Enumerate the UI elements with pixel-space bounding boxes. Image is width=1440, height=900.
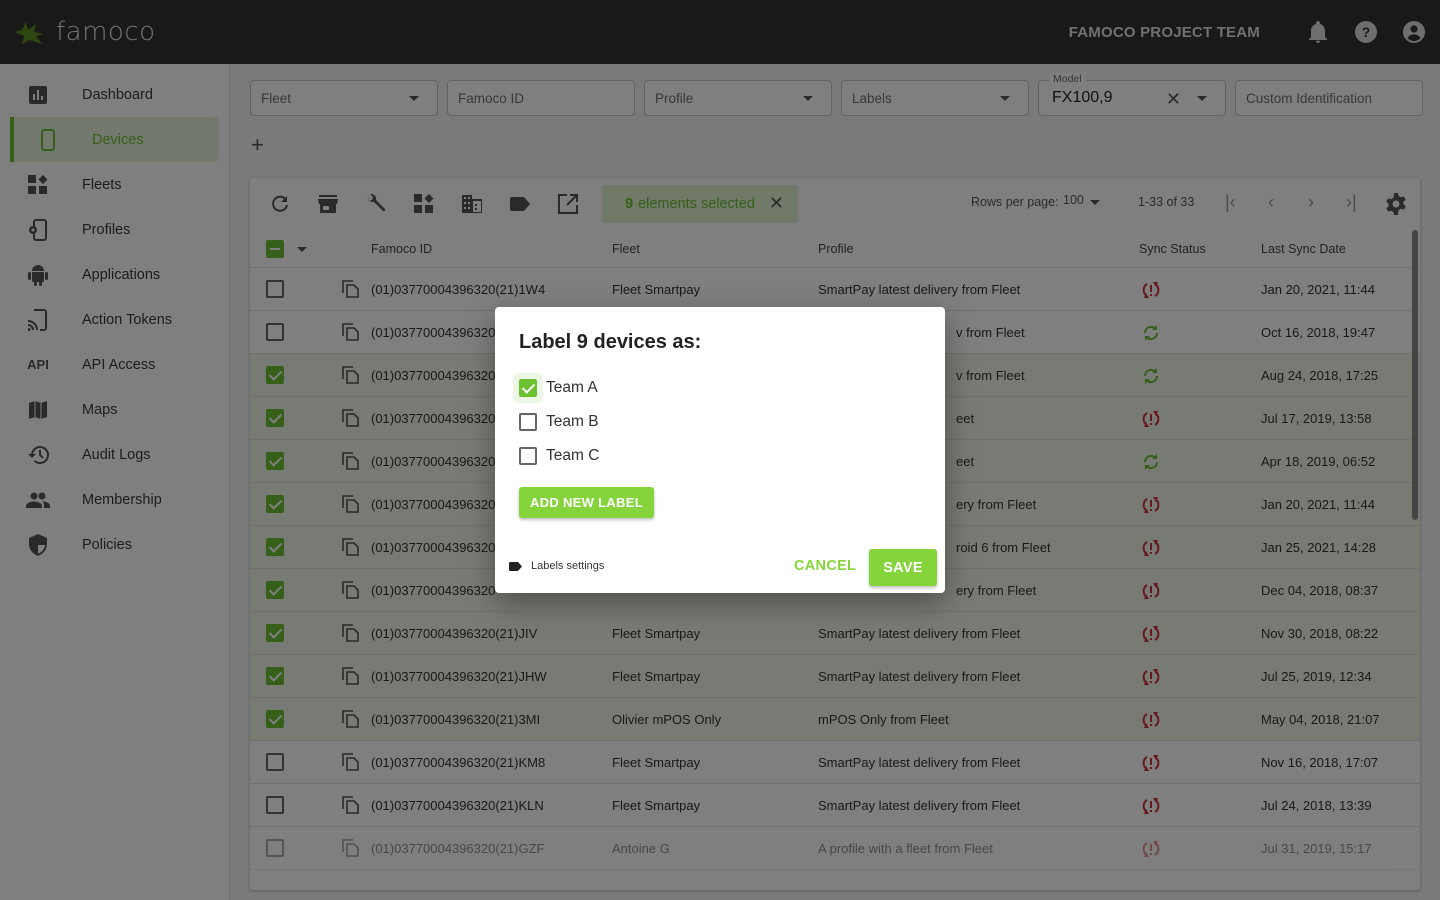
labels-settings-text: Labels settings: [531, 560, 605, 572]
dialog-title: Label 9 devices as:: [519, 331, 702, 353]
cancel-button[interactable]: CANCEL: [794, 558, 856, 574]
label-devices-dialog: Label 9 devices as: Team A Team B Team C…: [495, 307, 945, 593]
label-option-team-b[interactable]: Team B: [519, 410, 599, 434]
labels-settings-link[interactable]: Labels settings: [509, 560, 604, 572]
label-option-text: Team B: [546, 413, 599, 430]
label-checkbox[interactable]: [519, 447, 537, 465]
label-checkbox[interactable]: [519, 379, 537, 397]
label-option-text: Team C: [546, 447, 600, 464]
save-button[interactable]: SAVE: [869, 549, 937, 586]
label-option-team-c[interactable]: Team C: [519, 444, 599, 468]
add-new-label-button[interactable]: ADD NEW LABEL: [519, 487, 654, 518]
label-option-team-a[interactable]: Team A: [519, 376, 598, 400]
label-icon: [509, 561, 522, 571]
label-option-text: Team A: [546, 379, 598, 396]
label-checkbox[interactable]: [519, 413, 537, 431]
